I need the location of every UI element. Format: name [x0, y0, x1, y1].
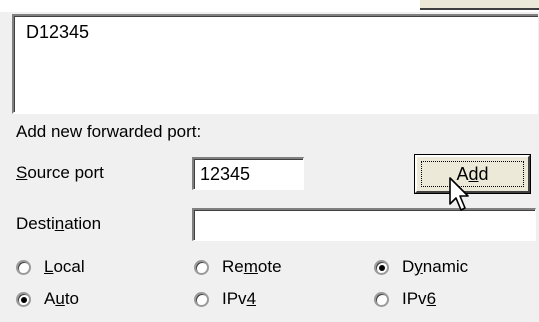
- radio-ipv6[interactable]: IPv6: [374, 289, 436, 309]
- remove-button-edge[interactable]: [420, 0, 539, 10]
- list-item[interactable]: D12345: [26, 22, 89, 43]
- radio-auto-label: Auto: [44, 289, 79, 308]
- radio-remote-circle[interactable]: [194, 259, 209, 275]
- radio-local[interactable]: Local: [16, 257, 85, 277]
- radio-ipv6-label: IPv6: [402, 289, 437, 308]
- port-forwarding-panel: D12345 Add new forwarded port: Source po…: [0, 0, 539, 322]
- add-forwarded-port-heading: Add new forwarded port:: [16, 122, 202, 141]
- source-port-label: Source port: [16, 163, 104, 182]
- radio-local-label: Local: [44, 257, 85, 276]
- radio-dynamic[interactable]: Dynamic: [374, 257, 468, 277]
- radio-ipv4-label: IPv4: [222, 289, 257, 308]
- radio-auto[interactable]: Auto: [16, 289, 79, 309]
- radio-selected-dot: [21, 296, 27, 303]
- radio-remote[interactable]: Remote: [194, 257, 282, 277]
- arrow-pointer-icon: [449, 177, 469, 211]
- radio-dynamic-circle[interactable]: [374, 259, 389, 275]
- destination-input[interactable]: [192, 208, 536, 241]
- radio-remote-label: Remote: [222, 257, 282, 276]
- radio-dynamic-label: Dynamic: [402, 257, 469, 276]
- destination-label: Destination: [16, 214, 102, 233]
- radio-ipv6-circle[interactable]: [374, 291, 389, 307]
- radio-ipv4-circle[interactable]: [194, 291, 209, 307]
- radio-local-circle[interactable]: [16, 259, 31, 275]
- radio-auto-circle[interactable]: [16, 291, 31, 307]
- forwarded-ports-list[interactable]: D12345: [12, 14, 538, 114]
- radio-ipv4[interactable]: IPv4: [194, 289, 256, 309]
- top-strip: [0, 0, 539, 12]
- radio-selected-dot: [379, 264, 385, 271]
- source-port-input[interactable]: 12345: [192, 157, 304, 190]
